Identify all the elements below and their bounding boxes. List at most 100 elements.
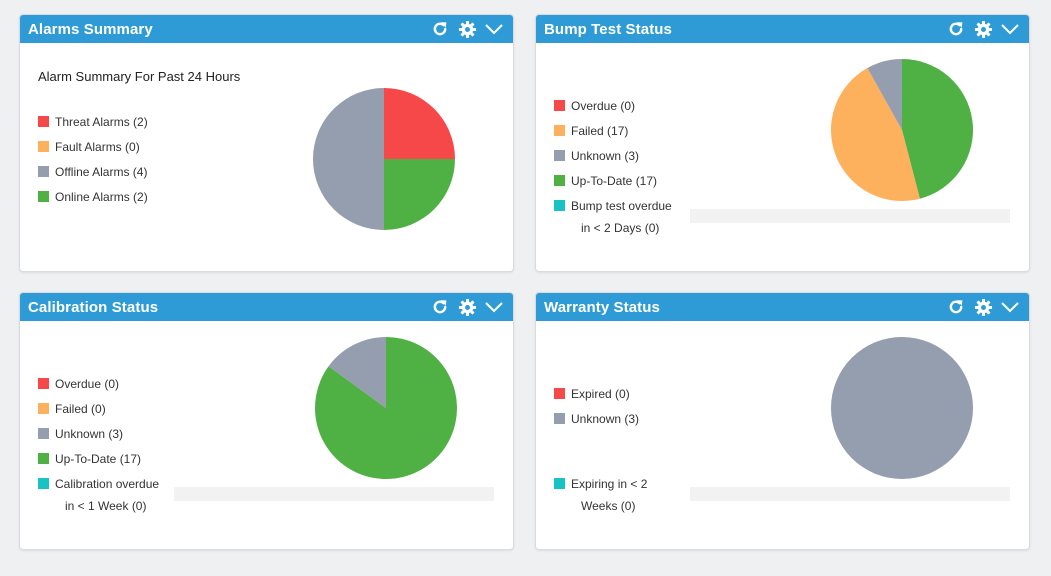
legend-label: Unknown (3): [55, 427, 124, 441]
gear-icon[interactable]: [972, 296, 994, 318]
legend-label: Unknown (3): [571, 149, 640, 163]
legend-label: Unknown (3): [571, 412, 640, 426]
warranty-status-panel: Warranty Status Expired (0) Unknown (3) …: [535, 292, 1030, 550]
legend-label-line2: in < 2 Days (0): [581, 221, 660, 235]
panel-header: Alarms Summary: [20, 15, 513, 43]
swatch: [38, 191, 49, 202]
swatch: [38, 403, 49, 414]
legend-item-expired[interactable]: Expired (0): [554, 387, 661, 412]
chevron-down-icon[interactable]: [483, 18, 505, 40]
legend-item-calibration-overdue[interactable]: Calibration overdue in < 1 Week (0): [38, 477, 183, 517]
legend-label: Overdue (0): [571, 99, 636, 113]
pie-slice-unknown[interactable]: [831, 337, 973, 479]
gear-icon[interactable]: [456, 296, 478, 318]
panel-tools: [429, 18, 505, 40]
horizontal-scrollbar[interactable]: [690, 487, 1010, 501]
legend-label: Threat Alarms (2): [55, 115, 148, 129]
legend-label-line1: Expiring in < 2: [571, 477, 648, 491]
swatch: [554, 478, 565, 489]
calibration-pie-chart[interactable]: [314, 336, 458, 480]
legend-item-expiring[interactable]: Expiring in < 2 Weeks (0): [554, 477, 661, 517]
swatch: [38, 453, 49, 464]
pie-slice-threat-alarms[interactable]: [384, 88, 455, 159]
swatch: [38, 478, 49, 489]
warranty-pie-chart[interactable]: [830, 336, 974, 480]
horizontal-scrollbar[interactable]: [174, 487, 494, 501]
legend-label-line1: Calibration overdue: [55, 477, 160, 491]
legend-label: Overdue (0): [55, 377, 120, 391]
panel-header: Calibration Status: [20, 293, 513, 321]
swatch: [554, 200, 565, 211]
refresh-icon[interactable]: [429, 18, 451, 40]
panel-title: Bump Test Status: [544, 20, 673, 38]
swatch: [38, 166, 49, 177]
horizontal-scrollbar[interactable]: [690, 209, 1010, 223]
alarms-pie-chart[interactable]: [312, 87, 456, 231]
swatch: [38, 116, 49, 127]
legend-label-line1: Bump test overdue: [571, 199, 672, 213]
legend: Threat Alarms (2) Fault Alarms (0) Offli…: [38, 115, 148, 215]
gear-icon[interactable]: [972, 18, 994, 40]
legend-item-overdue[interactable]: Overdue (0): [554, 99, 699, 124]
swatch: [554, 125, 565, 136]
panel-tools: [429, 296, 505, 318]
legend-label: Failed (0): [55, 402, 106, 416]
legend-item-unknown[interactable]: Unknown (3): [554, 149, 699, 174]
legend-label: Calibration overdue in < 1 Week (0): [55, 477, 183, 513]
legend-label: Up-To-Date (17): [571, 174, 658, 188]
legend-item-fault[interactable]: Fault Alarms (0): [38, 140, 148, 165]
legend-label: Online Alarms (2): [55, 190, 148, 204]
legend-item-overdue[interactable]: Overdue (0): [38, 377, 183, 402]
gear-icon[interactable]: [456, 18, 478, 40]
legend-item-up-to-date[interactable]: Up-To-Date (17): [38, 452, 183, 477]
swatch: [554, 150, 565, 161]
legend-label: Expiring in < 2 Weeks (0): [571, 477, 661, 513]
legend-item-unknown[interactable]: Unknown (3): [38, 427, 183, 452]
legend-item-unknown[interactable]: Unknown (3): [554, 412, 661, 477]
legend: Overdue (0) Failed (0) Unknown (3) Up-To…: [38, 377, 183, 517]
legend-label: Failed (17): [571, 124, 629, 138]
legend: Expired (0) Unknown (3) Expiring in < 2 W…: [554, 387, 661, 517]
legend-label: Bump test overdue in < 2 Days (0): [571, 199, 699, 235]
legend-item-failed[interactable]: Failed (0): [38, 402, 183, 427]
chevron-down-icon[interactable]: [999, 18, 1021, 40]
legend-item-offline[interactable]: Offline Alarms (4): [38, 165, 148, 190]
panel-header: Warranty Status: [536, 293, 1029, 321]
pie-slice-online-alarms[interactable]: [384, 159, 455, 230]
legend-item-bump-overdue[interactable]: Bump test overdue in < 2 Days (0): [554, 199, 699, 239]
legend-item-threat[interactable]: Threat Alarms (2): [38, 115, 148, 140]
legend-item-failed[interactable]: Failed (17): [554, 124, 699, 149]
panel-tools: [945, 18, 1021, 40]
alarms-summary-panel: Alarms Summary Alarm Summary For Past 24…: [19, 14, 514, 272]
legend-item-online[interactable]: Online Alarms (2): [38, 190, 148, 215]
panel-title: Calibration Status: [28, 298, 159, 316]
legend-label: Fault Alarms (0): [55, 140, 140, 154]
panel-title: Alarms Summary: [28, 20, 153, 38]
chevron-down-icon[interactable]: [483, 296, 505, 318]
panel-title: Warranty Status: [544, 298, 660, 316]
panel-header: Bump Test Status: [536, 15, 1029, 43]
summary-caption: Alarm Summary For Past 24 Hours: [38, 69, 241, 84]
pie-slice-offline-alarms[interactable]: [313, 88, 384, 230]
bump-test-status-panel: Bump Test Status Overdue (0) Failed (17)…: [535, 14, 1030, 272]
legend-label: Up-To-Date (17): [55, 452, 142, 466]
swatch: [554, 175, 565, 186]
chevron-down-icon[interactable]: [999, 296, 1021, 318]
swatch: [38, 428, 49, 439]
legend-label: Expired (0): [571, 387, 630, 401]
swatch: [554, 388, 565, 399]
legend-label-line2: Weeks (0): [581, 499, 636, 513]
legend-item-up-to-date[interactable]: Up-To-Date (17): [554, 174, 699, 199]
refresh-icon[interactable]: [945, 296, 967, 318]
refresh-icon[interactable]: [429, 296, 451, 318]
panel-tools: [945, 296, 1021, 318]
legend-label: Offline Alarms (4): [55, 165, 148, 179]
refresh-icon[interactable]: [945, 18, 967, 40]
calibration-status-panel: Calibration Status Overdue (0) Failed (0…: [19, 292, 514, 550]
swatch: [38, 141, 49, 152]
swatch: [554, 413, 565, 424]
bump-test-pie-chart[interactable]: [830, 58, 974, 202]
legend-label-line2: in < 1 Week (0): [65, 499, 147, 513]
swatch: [554, 100, 565, 111]
legend: Overdue (0) Failed (17) Unknown (3) Up-T…: [554, 99, 699, 239]
